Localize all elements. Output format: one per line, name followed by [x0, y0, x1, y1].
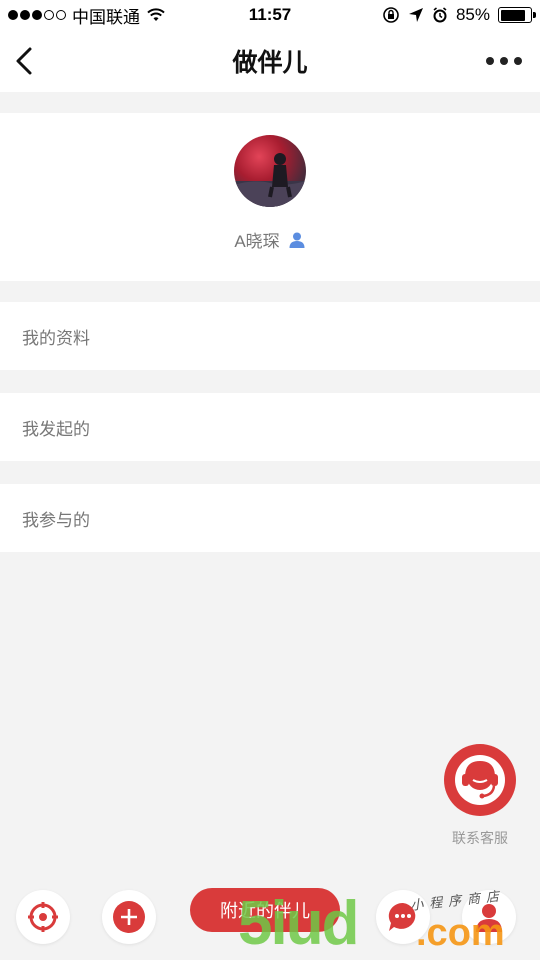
menu-item-initiated[interactable]: 我发起的 [0, 393, 540, 461]
avatar-image [234, 153, 306, 207]
nearby-partners-button[interactable]: 附近的伴儿 [190, 888, 340, 932]
page-title: 做伴儿 [232, 49, 308, 77]
battery-icon [498, 7, 536, 23]
status-bar: 中国联通 11:57 85% [0, 0, 540, 30]
plus-icon [113, 901, 145, 933]
battery-percent: 85% [455, 5, 490, 24]
more-button[interactable] [486, 52, 522, 70]
battery-level [500, 9, 526, 21]
location-arrow-icon [408, 8, 423, 22]
username: A晓琛 [234, 232, 280, 251]
headset-agent-icon [455, 755, 505, 805]
status-right: 85% [382, 0, 536, 30]
menu-item-label: 我参与的 [22, 510, 90, 530]
menu-item-my-profile[interactable]: 我的资料 [0, 302, 540, 370]
add-button[interactable] [102, 890, 156, 944]
customer-service: 联系客服 [443, 744, 517, 848]
person-icon [289, 232, 305, 248]
profile-button[interactable] [462, 890, 516, 944]
more-horizontal-icon [486, 57, 494, 65]
person-icon [476, 904, 502, 932]
menu-item-label: 我发起的 [22, 419, 90, 439]
menu-item-joined[interactable]: 我参与的 [0, 484, 540, 552]
nav-bar: 做伴儿 [0, 30, 540, 92]
back-button[interactable] [12, 44, 42, 78]
locate-button[interactable] [16, 890, 70, 944]
profile-card: A晓琛 [0, 113, 540, 281]
avatar[interactable] [234, 135, 306, 207]
chat-button[interactable] [376, 890, 430, 944]
menu-item-label: 我的资料 [22, 328, 90, 348]
status-left: 中国联通 [8, 3, 208, 28]
rotation-lock-icon [383, 7, 399, 23]
username-row: A晓琛 [234, 227, 305, 252]
signal-strength-icon [8, 10, 66, 20]
chat-bubble-icon [388, 902, 416, 931]
wifi-icon [147, 8, 165, 21]
alarm-icon [433, 7, 447, 23]
chevron-left-icon [16, 47, 32, 75]
carrier-name: 中国联通 [72, 7, 140, 27]
customer-service-label: 联系客服 [452, 830, 508, 846]
customer-service-button[interactable] [444, 744, 516, 816]
crosshair-icon [28, 902, 58, 932]
